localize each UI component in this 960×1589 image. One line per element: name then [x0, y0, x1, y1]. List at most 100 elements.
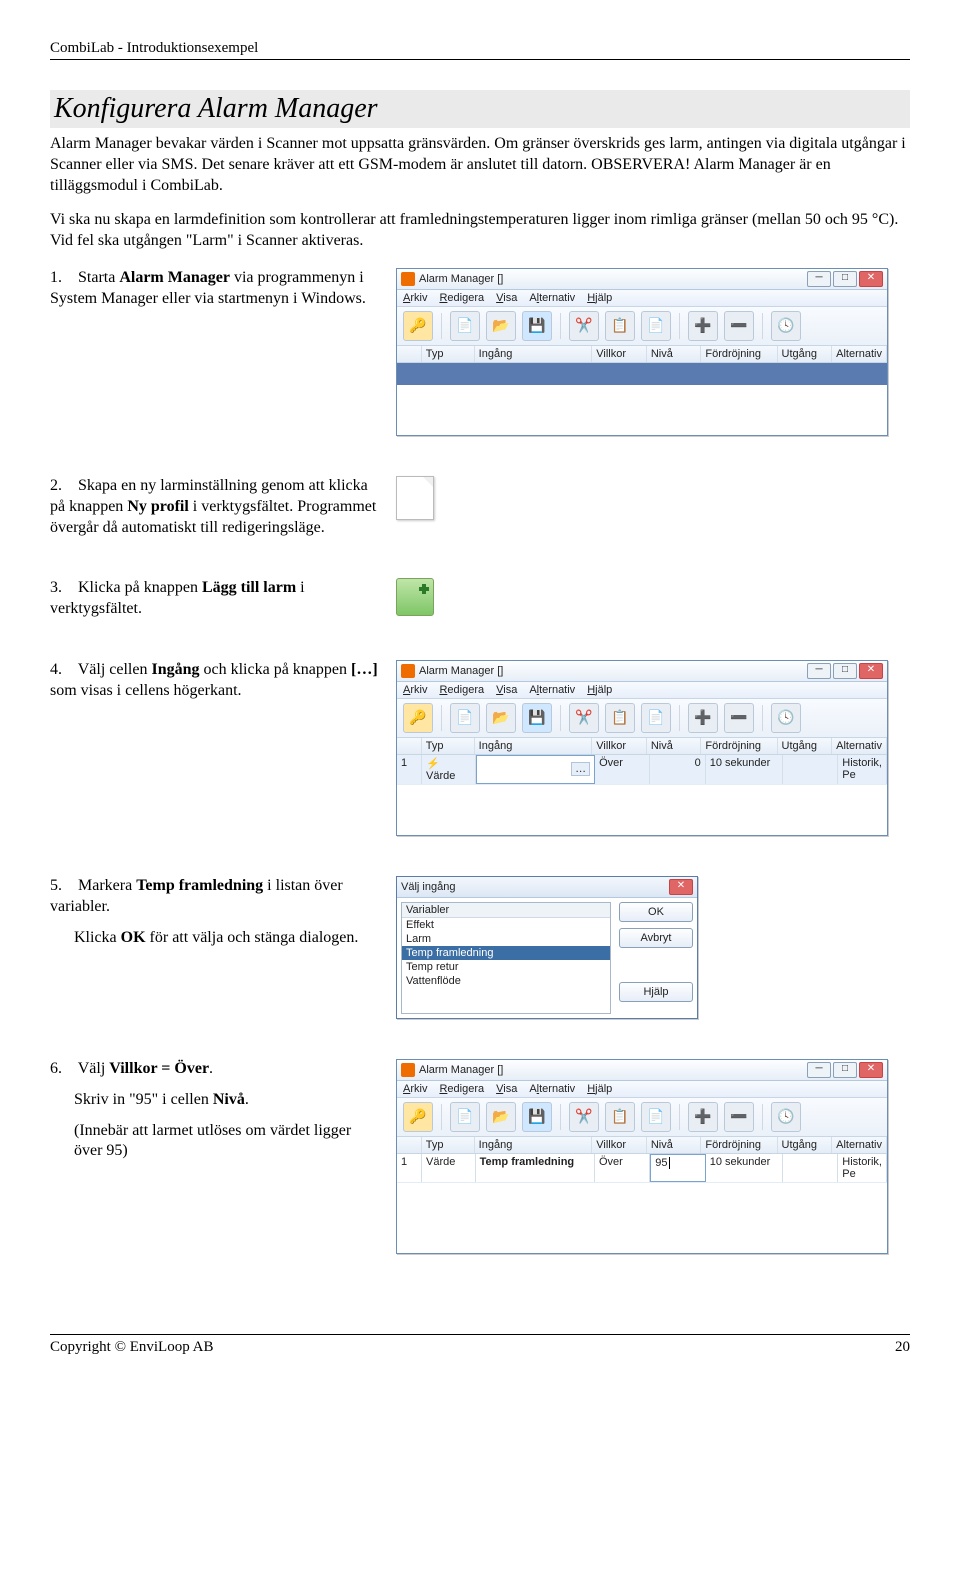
cell-niva-editing[interactable]: 95	[650, 1154, 705, 1182]
cut-icon[interactable]: ✂️	[569, 703, 599, 733]
col-villkor[interactable]: Villkor	[592, 1137, 647, 1153]
ellipsis-button[interactable]: …	[571, 762, 590, 776]
add-alarm-button-icon[interactable]	[396, 578, 434, 616]
minimize-button[interactable]: ─	[807, 271, 831, 287]
remove-alarm-icon[interactable]: ➖	[724, 1102, 754, 1132]
menu-arkiv[interactable]: Arkiv	[403, 292, 427, 304]
add-alarm-icon[interactable]: ➕	[688, 311, 718, 341]
paste-icon[interactable]: 📄	[641, 311, 671, 341]
col-niva[interactable]: Nivå	[647, 346, 702, 362]
menu-redigera[interactable]: Redigera	[439, 292, 484, 304]
key-icon[interactable]: 🔑	[403, 1102, 433, 1132]
cell-typ[interactable]: Värde	[422, 1154, 476, 1182]
copy-icon[interactable]: 📋	[605, 703, 635, 733]
col-utgang[interactable]: Utgång	[778, 738, 833, 754]
open-icon[interactable]: 📂	[486, 1102, 516, 1132]
open-icon[interactable]: 📂	[486, 311, 516, 341]
ok-button[interactable]: OK	[619, 902, 693, 922]
menu-alternativ[interactable]: Alternativ	[529, 292, 575, 304]
help-button[interactable]: Hjälp	[619, 982, 693, 1002]
maximize-button[interactable]: □	[833, 663, 857, 679]
menu-visa[interactable]: Visa	[496, 1083, 517, 1095]
col-ingang[interactable]: Ingång	[475, 346, 593, 362]
table-row[interactable]: 1 ⚡ Värde … Över 0 10 sekunder Historik,…	[397, 755, 887, 785]
clock-icon[interactable]: 🕓	[771, 311, 801, 341]
close-button[interactable]: ✕	[859, 271, 883, 287]
menu-arkiv[interactable]: Arkiv	[403, 1083, 427, 1095]
cell-ingang[interactable]: …	[476, 755, 595, 784]
open-icon[interactable]: 📂	[486, 703, 516, 733]
cell-typ[interactable]: ⚡ Värde	[422, 755, 476, 784]
remove-alarm-icon[interactable]: ➖	[724, 703, 754, 733]
menu-alternativ[interactable]: Alternativ	[529, 684, 575, 696]
col-fordrojning[interactable]: Fördröjning	[701, 738, 777, 754]
cut-icon[interactable]: ✂️	[569, 1102, 599, 1132]
variable-list[interactable]: Variabler Effekt Larm Temp framledning T…	[401, 902, 611, 1014]
cell-villkor[interactable]: Över	[595, 755, 650, 784]
menu-arkiv[interactable]: Arkiv	[403, 684, 427, 696]
col-alternativ[interactable]: Alternativ	[832, 1137, 887, 1153]
new-profile-button-icon[interactable]	[396, 476, 434, 520]
clock-icon[interactable]: 🕓	[771, 1102, 801, 1132]
menu-alternativ[interactable]: Alternativ	[529, 1083, 575, 1095]
list-item[interactable]: Temp retur	[402, 960, 610, 974]
cancel-button[interactable]: Avbryt	[619, 928, 693, 948]
menu-redigera[interactable]: Redigera	[439, 1083, 484, 1095]
maximize-button[interactable]: □	[833, 1062, 857, 1078]
list-item[interactable]: Larm	[402, 932, 610, 946]
col-utgang[interactable]: Utgång	[778, 346, 833, 362]
menu-hjalp[interactable]: Hjälp	[587, 292, 612, 304]
menu-redigera[interactable]: Redigera	[439, 684, 484, 696]
cell-delay[interactable]: 10 sekunder	[706, 755, 783, 784]
col-utgang[interactable]: Utgång	[778, 1137, 833, 1153]
cell-utgang[interactable]	[783, 1154, 838, 1182]
cell-ingang[interactable]: Temp framledning	[476, 1154, 595, 1182]
paste-icon[interactable]: 📄	[641, 1102, 671, 1132]
add-alarm-icon[interactable]: ➕	[688, 1102, 718, 1132]
col-villkor[interactable]: Villkor	[592, 346, 647, 362]
col-fordrojning[interactable]: Fördröjning	[701, 346, 777, 362]
save-icon[interactable]: 💾	[522, 703, 552, 733]
clock-icon[interactable]: 🕓	[771, 703, 801, 733]
save-icon[interactable]: 💾	[522, 1102, 552, 1132]
paste-icon[interactable]: 📄	[641, 703, 671, 733]
col-ingang[interactable]: Ingång	[475, 1137, 593, 1153]
cell-alt[interactable]: Historik, Pe	[838, 1154, 887, 1182]
key-icon[interactable]: 🔑	[403, 311, 433, 341]
minimize-button[interactable]: ─	[807, 1062, 831, 1078]
minimize-button[interactable]: ─	[807, 663, 831, 679]
menu-hjalp[interactable]: Hjälp	[587, 684, 612, 696]
list-item[interactable]: Vattenflöde	[402, 974, 610, 988]
copy-icon[interactable]: 📋	[605, 1102, 635, 1132]
dialog-close-button[interactable]: ✕	[669, 879, 693, 895]
cell-utgang[interactable]	[783, 755, 838, 784]
close-button[interactable]: ✕	[859, 663, 883, 679]
new-profile-icon[interactable]: 📄	[450, 703, 480, 733]
close-button[interactable]: ✕	[859, 1062, 883, 1078]
copy-icon[interactable]: 📋	[605, 311, 635, 341]
col-typ[interactable]: Typ	[422, 1137, 475, 1153]
col-typ[interactable]: Typ	[422, 346, 475, 362]
new-profile-icon[interactable]: 📄	[450, 311, 480, 341]
remove-alarm-icon[interactable]: ➖	[724, 311, 754, 341]
col-fordrojning[interactable]: Fördröjning	[701, 1137, 777, 1153]
cell-alt[interactable]: Historik, Pe	[838, 755, 887, 784]
save-icon[interactable]: 💾	[522, 311, 552, 341]
col-alternativ[interactable]: Alternativ	[832, 346, 887, 362]
maximize-button[interactable]: □	[833, 271, 857, 287]
col-niva[interactable]: Nivå	[647, 1137, 702, 1153]
selected-empty-row[interactable]	[397, 363, 887, 385]
list-item[interactable]: Effekt	[402, 918, 610, 932]
cut-icon[interactable]: ✂️	[569, 311, 599, 341]
cell-delay[interactable]: 10 sekunder	[706, 1154, 783, 1182]
col-alternativ[interactable]: Alternativ	[832, 738, 887, 754]
table-row[interactable]: 1 Värde Temp framledning Över 95 10 seku…	[397, 1154, 887, 1183]
cell-niva[interactable]: 0	[650, 755, 705, 784]
col-typ[interactable]: Typ	[422, 738, 475, 754]
menu-visa[interactable]: Visa	[496, 292, 517, 304]
add-alarm-icon[interactable]: ➕	[688, 703, 718, 733]
col-villkor[interactable]: Villkor	[592, 738, 647, 754]
col-niva[interactable]: Nivå	[647, 738, 702, 754]
menu-visa[interactable]: Visa	[496, 684, 517, 696]
new-profile-icon[interactable]: 📄	[450, 1102, 480, 1132]
